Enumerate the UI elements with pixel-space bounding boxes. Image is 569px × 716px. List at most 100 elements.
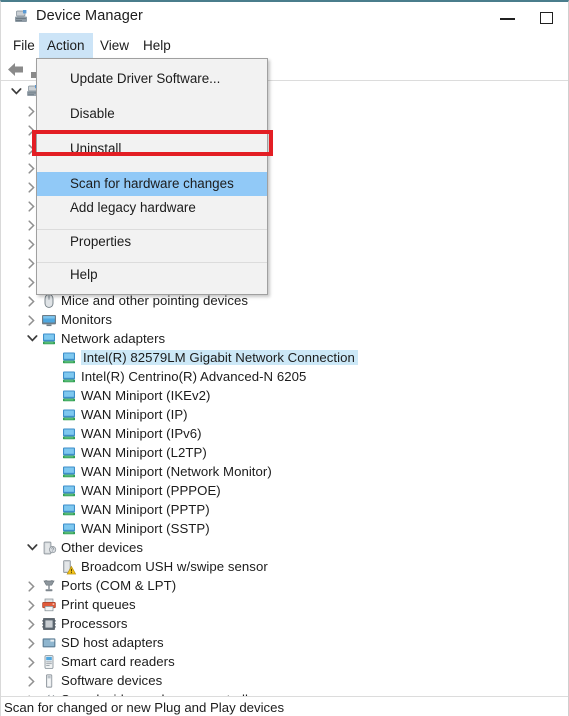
menu-gap — [37, 253, 267, 262]
menu-gap — [37, 91, 267, 102]
network-adapter-icon — [61, 407, 77, 423]
back-arrow-icon[interactable] — [6, 61, 26, 78]
tree-row[interactable]: Ports (COM & LPT) — [1, 576, 568, 595]
menu-padding-bottom — [37, 286, 267, 294]
other-device-icon: ? — [41, 540, 57, 556]
device-manager-window: Device Manager File Action View Help Mic… — [0, 0, 569, 716]
menu-item-scan-for-hardware-changes[interactable]: Scan for hardware changes — [37, 172, 267, 196]
menu-bar: File Action View Help — [1, 33, 568, 58]
tree-row[interactable]: ? Other devices — [1, 538, 568, 557]
status-text: Scan for changed or new Plug and Play de… — [4, 700, 285, 715]
menu-help[interactable]: Help — [135, 33, 179, 58]
chevron-right-icon[interactable] — [25, 595, 38, 614]
tree-row[interactable]: Processors — [1, 614, 568, 633]
menu-file[interactable]: File — [5, 33, 43, 58]
chevron-down-icon[interactable] — [25, 538, 38, 557]
network-adapter-icon — [61, 502, 77, 518]
tree-row-label: Other devices — [61, 540, 144, 555]
tree-row-label: WAN Miniport (PPPOE) — [81, 483, 221, 498]
sd-adapter-icon — [41, 635, 57, 651]
tree-row-label: WAN Miniport (Network Monitor) — [81, 464, 272, 479]
chevron-right-icon[interactable] — [25, 633, 38, 652]
minimize-icon — [500, 18, 515, 20]
tree-row-label: SD host adapters — [61, 635, 164, 650]
window-title: Device Manager — [36, 8, 143, 24]
network-adapter-icon — [41, 331, 57, 347]
network-adapter-icon — [61, 369, 77, 385]
tree-row-label: Print queues — [61, 597, 136, 612]
tree-row[interactable]: WAN Miniport (IP) — [1, 405, 568, 424]
menu-item-disable[interactable]: Disable — [37, 102, 267, 126]
menu-view[interactable]: View — [92, 33, 137, 58]
tree-row-label: Monitors — [61, 312, 112, 327]
menu-item-properties[interactable]: Properties — [37, 229, 267, 253]
network-adapter-icon — [61, 483, 77, 499]
tree-row[interactable]: WAN Miniport (PPPOE) — [1, 481, 568, 500]
menu-padding-top — [37, 59, 267, 67]
smartcard-icon — [41, 654, 57, 670]
network-adapter-icon — [61, 350, 77, 366]
chevron-right-icon[interactable] — [25, 310, 38, 329]
tree-row-label: Ports (COM & LPT) — [61, 578, 177, 593]
network-adapter-icon — [61, 464, 77, 480]
network-adapter-icon — [61, 445, 77, 461]
minimize-button[interactable] — [491, 2, 524, 33]
tree-row-label: WAN Miniport (IPv6) — [81, 426, 202, 441]
chevron-right-icon[interactable] — [25, 671, 38, 690]
tree-row-label: Intel(R) Centrino(R) Advanced-N 6205 — [81, 369, 307, 384]
tree-row-label: WAN Miniport (L2TP) — [81, 445, 207, 460]
tree-row[interactable]: Network adapters — [1, 329, 568, 348]
tree-row-label: Processors — [61, 616, 128, 631]
menu-item-help[interactable]: Help — [37, 262, 267, 286]
svg-text:?: ? — [51, 548, 54, 554]
warning-device-icon — [61, 559, 77, 575]
tree-row-label: WAN Miniport (IKEv2) — [81, 388, 211, 403]
tree-row[interactable]: Intel(R) Centrino(R) Advanced-N 6205 — [1, 367, 568, 386]
tree-row[interactable]: Broadcom USH w/swipe sensor — [1, 557, 568, 576]
mouse-icon — [41, 293, 57, 309]
maximize-icon — [540, 12, 553, 24]
tree-row[interactable]: WAN Miniport (PPTP) — [1, 500, 568, 519]
software-device-icon — [41, 673, 57, 689]
menu-item-uninstall[interactable]: Uninstall — [37, 137, 267, 161]
monitor-icon — [41, 312, 57, 328]
tree-row[interactable]: WAN Miniport (IPv6) — [1, 424, 568, 443]
computer-device-icon — [12, 9, 30, 25]
tree-row[interactable]: WAN Miniport (IKEv2) — [1, 386, 568, 405]
menu-gap — [37, 126, 267, 137]
tree-row[interactable]: WAN Miniport (SSTP) — [1, 519, 568, 538]
tree-row-label: WAN Miniport (PPTP) — [81, 502, 210, 517]
menu-gap — [37, 220, 267, 229]
tree-row[interactable]: Software devices — [1, 671, 568, 690]
status-bar: Scan for changed or new Plug and Play de… — [1, 696, 568, 716]
chevron-right-icon[interactable] — [25, 652, 38, 671]
tree-row-label: Intel(R) 82579LM Gigabit Network Connect… — [81, 348, 358, 367]
chevron-down-icon[interactable] — [25, 329, 38, 348]
tree-row-label: WAN Miniport (SSTP) — [81, 521, 210, 536]
tree-row-label: Software devices — [61, 673, 163, 688]
tree-row-label: Network adapters — [61, 331, 166, 346]
action-menu-dropdown[interactable]: Update Driver Software... Disable Uninst… — [36, 58, 268, 295]
tree-row-label: Broadcom USH w/swipe sensor — [81, 559, 268, 574]
title-bar: Device Manager — [1, 2, 568, 33]
network-adapter-icon — [61, 388, 77, 404]
menu-item-update-driver-software[interactable]: Update Driver Software... — [37, 67, 267, 91]
processor-icon — [41, 616, 57, 632]
tree-row[interactable]: WAN Miniport (Network Monitor) — [1, 462, 568, 481]
chevron-right-icon[interactable] — [25, 576, 38, 595]
tree-row[interactable]: Print queues — [1, 595, 568, 614]
chevron-right-icon[interactable] — [25, 614, 38, 633]
chevron-down-icon[interactable] — [9, 82, 22, 101]
tree-row[interactable]: Intel(R) 82579LM Gigabit Network Connect… — [1, 348, 568, 367]
menu-gap — [37, 161, 267, 172]
tree-row[interactable]: Monitors — [1, 310, 568, 329]
tree-row[interactable]: SD host adapters — [1, 633, 568, 652]
menu-action[interactable]: Action — [39, 33, 93, 58]
port-icon — [41, 578, 57, 594]
tree-row[interactable]: WAN Miniport (L2TP) — [1, 443, 568, 462]
tree-row-label: WAN Miniport (IP) — [81, 407, 188, 422]
maximize-button[interactable] — [530, 2, 563, 33]
network-adapter-icon — [61, 521, 77, 537]
menu-item-add-legacy-hardware[interactable]: Add legacy hardware — [37, 196, 267, 220]
tree-row[interactable]: Smart card readers — [1, 652, 568, 671]
